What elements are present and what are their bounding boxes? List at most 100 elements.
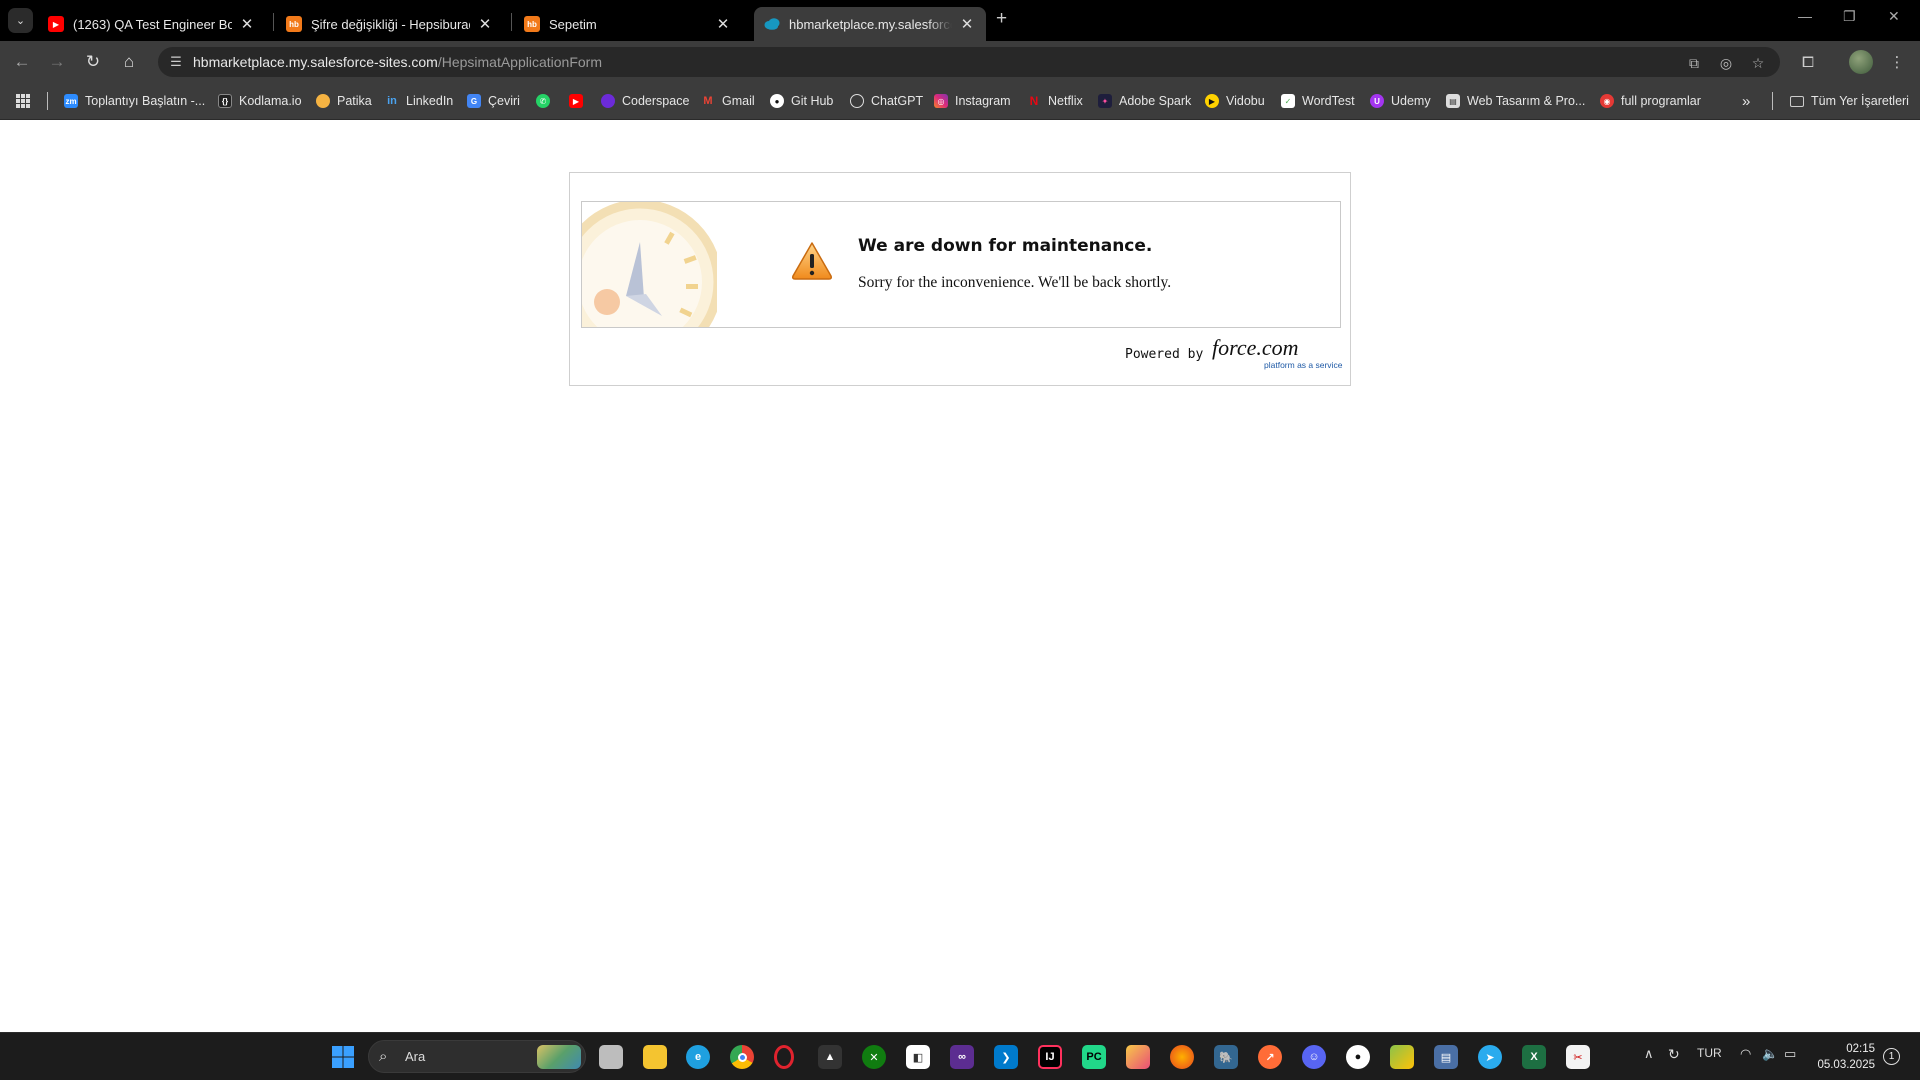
maintenance-panel: We are down for maintenance. Sorry for t… <box>569 172 1351 386</box>
bookmark-label: Coderspace <box>622 94 690 108</box>
bookmark-kodlama[interactable]: {} Kodlama.io <box>218 91 302 111</box>
snipping-tool-icon[interactable]: ✂ <box>1566 1045 1590 1069</box>
bookmark-patika[interactable]: Patika <box>316 91 372 111</box>
bookmark-github[interactable]: ● Git Hub <box>770 91 833 111</box>
capcut-icon[interactable]: ◧ <box>906 1045 930 1069</box>
bookmark-linkedin[interactable]: in LinkedIn <box>385 91 453 111</box>
windows-start-icon[interactable] <box>330 1044 356 1070</box>
address-bar[interactable]: ☰ hbmarketplace.my.salesforce-sites.com/… <box>158 47 1780 77</box>
tab-search-button[interactable]: ⌄ <box>8 8 33 33</box>
tab-salesforce-active[interactable]: hbmarketplace.my.salesforce-sit ✕ <box>754 7 986 41</box>
restore-icon[interactable]: ❐ <box>1843 8 1856 25</box>
close-icon[interactable]: ✕ <box>476 15 494 33</box>
firefox-icon[interactable] <box>1170 1045 1194 1069</box>
visual-studio-icon[interactable]: ∞ <box>950 1045 974 1069</box>
bookmark-wordtest[interactable]: ✓ WordTest <box>1281 91 1355 111</box>
bookmark-instagram[interactable]: ◎ Instagram <box>934 91 1011 111</box>
back-arrow-icon[interactable]: ← <box>11 51 33 73</box>
taskbar-search[interactable]: ⌕ Ara <box>368 1040 586 1073</box>
bookmark-netflix[interactable]: N Netflix <box>1027 91 1083 111</box>
translate-icon[interactable]: ⧉ <box>1684 53 1704 73</box>
postman-icon[interactable]: ↗ <box>1258 1045 1282 1069</box>
github-desktop-icon[interactable]: ● <box>1346 1045 1370 1069</box>
bookmark-vidobu[interactable]: ▶ Vidobu <box>1205 91 1265 111</box>
bookmark-web-tasarim[interactable]: ▤ Web Tasarım & Pro... <box>1446 91 1585 111</box>
bookmark-gmail[interactable]: M Gmail <box>701 91 754 111</box>
maintenance-message: Sorry for the inconvenience. We'll be ba… <box>858 274 1172 291</box>
bookmark-label: Web Tasarım & Pro... <box>1467 94 1586 108</box>
language-indicator[interactable]: TUR <box>1697 1046 1722 1060</box>
xbox-icon[interactable]: ✕ <box>862 1045 886 1069</box>
paint-app-icon[interactable] <box>1126 1045 1150 1069</box>
excel-icon[interactable]: X <box>1522 1045 1546 1069</box>
force-com-logo: force.com platform as a service <box>1212 335 1343 370</box>
predator-icon[interactable]: ▲ <box>818 1045 842 1069</box>
bookmark-label: LinkedIn <box>406 94 454 108</box>
file-explorer-icon[interactable] <box>643 1045 667 1069</box>
more-bookmarks-chevron-icon[interactable]: » <box>1742 91 1750 111</box>
bookmark-whatsapp[interactable]: ✆ <box>536 91 557 111</box>
bookmark-full-programlar[interactable]: ◉ full programlar <box>1600 91 1701 111</box>
profile-avatar[interactable] <box>1849 50 1873 74</box>
bookmark-zoom[interactable]: zm Toplantıyı Başlatın -... <box>64 91 205 111</box>
forward-arrow-icon[interactable]: → <box>46 51 68 73</box>
bookmark-star-icon[interactable]: ☆ <box>1748 53 1768 73</box>
bookmark-chatgpt[interactable]: ChatGPT <box>850 91 923 111</box>
system-clock[interactable]: 02:15 05.03.2025 <box>1815 1041 1875 1073</box>
minimize-icon[interactable]: — <box>1798 8 1812 24</box>
close-icon[interactable]: ✕ <box>958 15 976 33</box>
volume-icon[interactable]: 🔈 <box>1762 1046 1778 1062</box>
battery-icon[interactable]: ▭ <box>1784 1046 1796 1062</box>
bluestacks-icon[interactable] <box>1390 1045 1414 1069</box>
web-icon: ▤ <box>1446 94 1460 108</box>
site-info-icon[interactable]: ☰ <box>167 53 185 71</box>
wifi-icon[interactable]: ◠ <box>1740 1046 1751 1062</box>
tab-sifre-degisikligi[interactable]: hb Şifre değişikliği - Hepsiburada ✕ <box>276 7 504 41</box>
close-icon[interactable]: ✕ <box>238 15 256 33</box>
youtube-icon: ▶ <box>48 16 64 32</box>
vscode-icon[interactable]: ❯ <box>994 1045 1018 1069</box>
more-menu-icon[interactable]: ⋮ <box>1886 51 1908 73</box>
powered-by-label: Powered by <box>1125 347 1204 362</box>
bookmark-adobe-spark[interactable]: ✦ Adobe Spark <box>1098 91 1191 111</box>
opera-icon[interactable] <box>774 1045 794 1069</box>
apps-grid-icon[interactable] <box>15 91 31 111</box>
edge-icon[interactable]: e <box>686 1045 710 1069</box>
netflix-icon: N <box>1029 94 1039 108</box>
bookmark-divider <box>1772 92 1773 110</box>
printer-app-icon[interactable]: ▤ <box>1434 1045 1458 1069</box>
discord-icon[interactable]: ☺ <box>1302 1045 1326 1069</box>
extensions-icon[interactable]: ⧠ <box>1797 51 1819 73</box>
telegram-icon[interactable]: ➤ <box>1478 1045 1502 1069</box>
tray-overflow-chevron-icon[interactable]: ∧ <box>1644 1046 1654 1062</box>
reload-icon[interactable]: ↻ <box>82 51 104 73</box>
youtube-icon: ▶ <box>569 94 583 108</box>
eye-slash-icon[interactable]: ◎ <box>1716 53 1736 73</box>
bookmark-ceviri[interactable]: G Çeviri <box>467 91 520 111</box>
browser-tab-strip: ⌄ ▶ (1263) QA Test Engineer Bootca ✕ hb … <box>0 0 1920 41</box>
chrome-icon[interactable] <box>730 1045 754 1069</box>
all-bookmarks-folder[interactable]: Tüm Yer İşaretleri <box>1790 91 1909 111</box>
sync-icon[interactable]: ↻ <box>1668 1046 1680 1063</box>
instagram-icon: ◎ <box>934 94 948 108</box>
bookmark-label: Netflix <box>1048 94 1083 108</box>
postgresql-icon[interactable]: 🐘 <box>1214 1045 1238 1069</box>
maintenance-heading: We are down for maintenance. <box>858 236 1153 256</box>
windows-taskbar: ⌕ Ara e ▲ ✕ ◧ ∞ ❯ IJ PC 🐘 ↗ ☺ ● ▤ ➤ X ✂ … <box>0 1032 1920 1080</box>
task-view-icon[interactable] <box>599 1045 623 1069</box>
new-tab-button[interactable]: + <box>996 8 1007 30</box>
bookmark-udemy[interactable]: U Udemy <box>1370 91 1431 111</box>
tab-youtube[interactable]: ▶ (1263) QA Test Engineer Bootca ✕ <box>38 7 266 41</box>
close-icon[interactable]: ✕ <box>714 15 732 33</box>
tab-sepetim[interactable]: hb Sepetim ✕ <box>514 7 742 41</box>
home-icon[interactable]: ⌂ <box>118 51 140 73</box>
window-close-icon[interactable]: ✕ <box>1888 8 1900 25</box>
bookmark-youtube[interactable]: ▶ <box>569 91 590 111</box>
bookmark-label: Adobe Spark <box>1119 94 1192 108</box>
intellij-icon[interactable]: IJ <box>1038 1045 1062 1069</box>
url-text[interactable]: hbmarketplace.my.salesforce-sites.com/He… <box>193 54 602 70</box>
bookmark-coderspace[interactable]: Coderspace <box>601 91 689 111</box>
bookmark-label: ChatGPT <box>871 94 924 108</box>
pycharm-icon[interactable]: PC <box>1082 1045 1106 1069</box>
notification-badge[interactable]: 1 <box>1883 1048 1900 1065</box>
